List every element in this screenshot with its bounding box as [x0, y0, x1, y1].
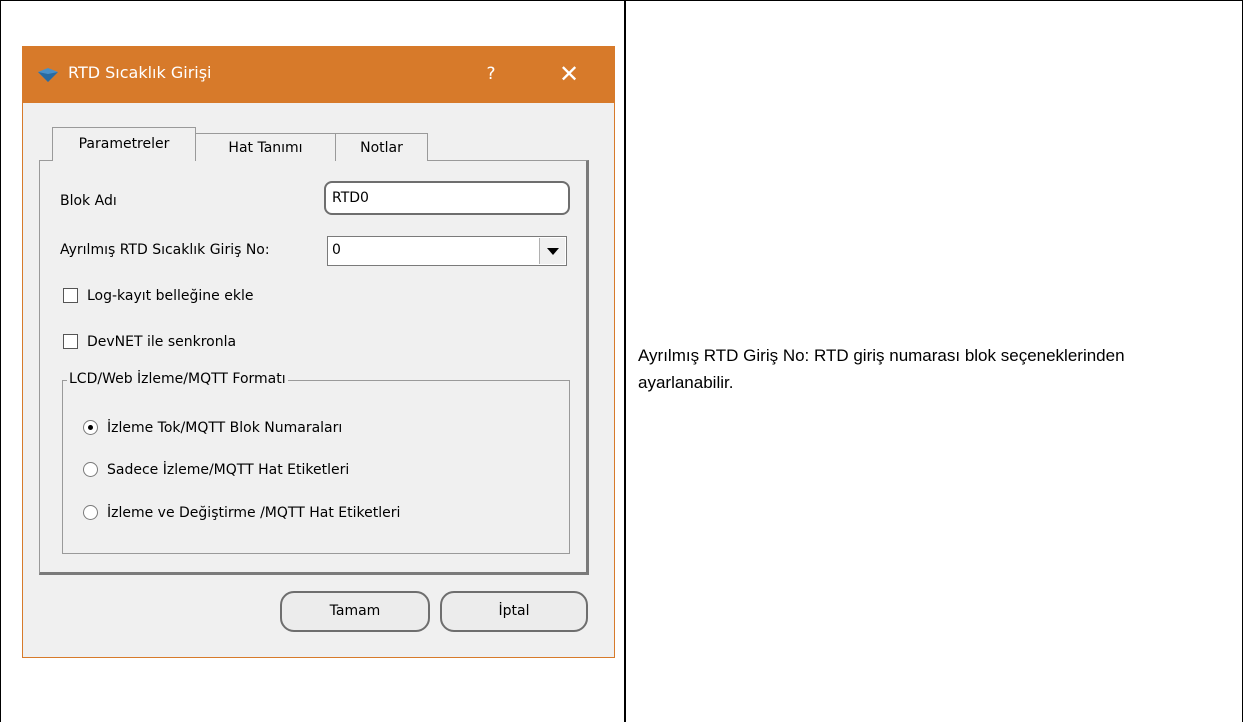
radio-option-2-label: Sadece İzleme/MQTT Hat Etiketleri: [107, 462, 350, 478]
tab-notlar[interactable]: Notlar: [336, 133, 428, 161]
format-group-title: LCD/Web İzleme/MQTT Formatı: [67, 371, 288, 387]
help-button[interactable]: ?: [476, 60, 506, 88]
devnet-checkbox[interactable]: [63, 334, 78, 349]
rtd-input-label: Ayrılmış RTD Sıcaklık Giriş No:: [60, 242, 270, 258]
app-icon: [38, 68, 58, 82]
tab-parametreler[interactable]: Parametreler: [52, 127, 196, 161]
rtd-dialog: RTD Sıcaklık Girişi ? ✕ Parametreler Hat…: [22, 46, 615, 658]
block-name-input[interactable]: [324, 181, 570, 215]
rtd-input-value: 0: [332, 242, 341, 258]
table-column-divider: [624, 0, 626, 722]
radio-option-2[interactable]: [83, 462, 98, 477]
title-bar[interactable]: RTD Sıcaklık Girişi ? ✕: [23, 47, 614, 103]
radio-option-3[interactable]: [83, 505, 98, 520]
devnet-checkbox-label: DevNET ile senkronla: [87, 334, 237, 350]
table-border-left: [0, 0, 1, 722]
cancel-button[interactable]: İptal: [440, 591, 588, 632]
radio-option-3-label: İzleme ve Değiştirme /MQTT Hat Etiketler…: [107, 505, 401, 521]
dropdown-arrow-icon[interactable]: [539, 238, 565, 264]
radio-option-1[interactable]: [83, 420, 98, 435]
log-checkbox-label: Log-kayıt belleğine ekle: [87, 288, 254, 304]
close-button[interactable]: ✕: [552, 59, 586, 89]
ok-button[interactable]: Tamam: [280, 591, 430, 632]
description-text: Ayrılmış RTD Giriş No: RTD giriş numaras…: [638, 346, 1125, 392]
tab-hat-tanimi[interactable]: Hat Tanımı: [196, 133, 336, 161]
log-checkbox[interactable]: [63, 288, 78, 303]
table-border-top: [0, 0, 1243, 1]
rtd-input-select[interactable]: 0: [327, 236, 567, 266]
dialog-title: RTD Sıcaklık Girişi: [68, 63, 212, 82]
block-name-label: Blok Adı: [60, 193, 117, 209]
radio-option-1-label: İzleme Tok/MQTT Blok Numaraları: [107, 420, 343, 436]
